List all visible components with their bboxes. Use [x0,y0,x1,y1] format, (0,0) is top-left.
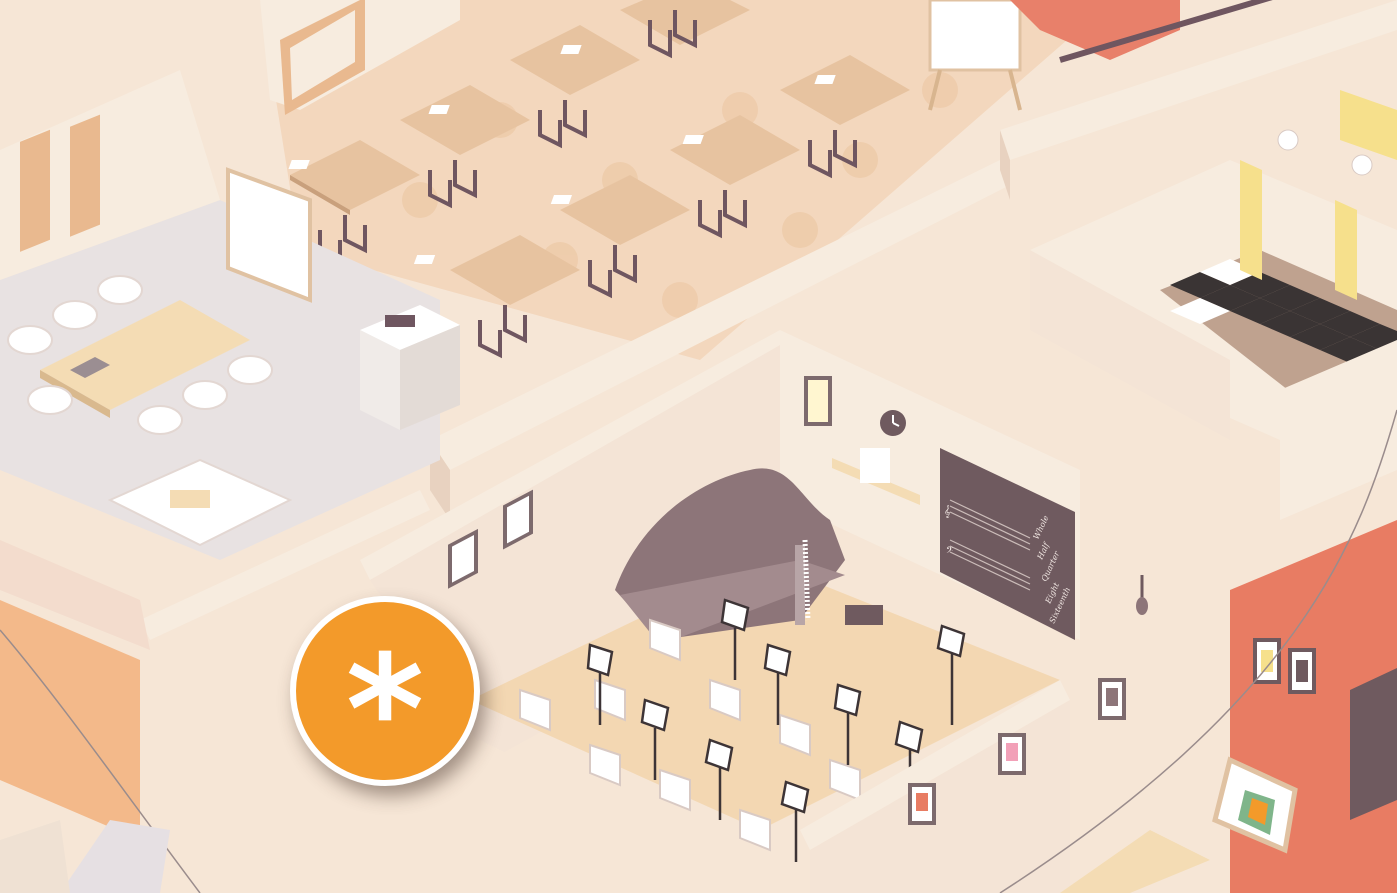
treble-clef: 𝄞 [944,505,951,518]
copier-printer [360,305,460,430]
bass-clef: 𝄢 [946,545,953,558]
hotspot-marker[interactable]: * [290,596,480,786]
clock-icon [880,410,906,436]
asterisk-icon: * [345,624,425,798]
isometric-school-floorplan: 𝄞 𝄢 Whole Half Quarter Eight Sixteenth [0,0,1397,893]
